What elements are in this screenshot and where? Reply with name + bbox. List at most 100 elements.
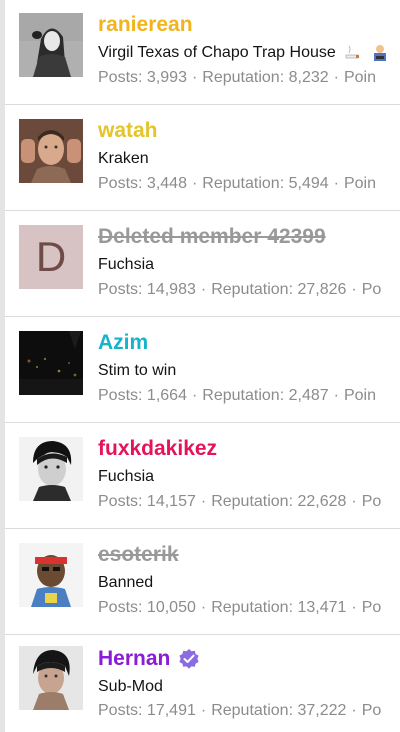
cigarette-icon xyxy=(345,45,360,59)
avatar-image xyxy=(19,119,83,183)
member-list: ranierean Virgil Texas of Chapo Trap Hou… xyxy=(5,0,400,732)
member-name[interactable]: ranierean xyxy=(98,12,193,38)
avatar[interactable] xyxy=(19,13,83,77)
separator: · xyxy=(333,175,339,192)
reputation-count: 2,487 xyxy=(288,387,329,404)
posts-label: Posts: xyxy=(98,387,143,404)
reputation-count: 13,471 xyxy=(297,599,347,616)
separator: · xyxy=(351,702,357,719)
posts-label: Posts: xyxy=(98,175,143,192)
separator: · xyxy=(200,599,207,616)
reputation-label: Reputation: xyxy=(211,281,294,298)
avatar[interactable]: D xyxy=(19,225,83,289)
points-label: Po xyxy=(361,493,382,510)
member-title-text: Sub-Mod xyxy=(98,678,163,695)
avatar[interactable] xyxy=(19,646,83,710)
member-row: Hernan Sub-Mod Posts: 17,491 · Reputation:… xyxy=(5,636,400,732)
reputation-label: Reputation: xyxy=(202,69,285,86)
posts-count: 14,983 xyxy=(146,281,196,298)
member-stats: Posts: 3,448 · Reputation: 5,494 · Poin xyxy=(98,174,376,194)
member-name: esoterik xyxy=(98,542,179,568)
member-title: Fuchsia xyxy=(98,467,154,487)
separator: · xyxy=(191,69,198,86)
member-name: Deleted member 42399 xyxy=(98,224,326,250)
member-title: Banned xyxy=(98,573,153,593)
reputation-count: 22,628 xyxy=(297,493,347,510)
posts-count: 1,664 xyxy=(146,387,187,404)
member-stats: Posts: 14,157 · Reputation: 22,628 · Po xyxy=(98,492,381,512)
member-name-text[interactable]: Azim xyxy=(98,330,148,356)
points-label: Po xyxy=(361,702,382,719)
member-row: fuxkdakikez Fuchsia Posts: 14,157 · Reputa… xyxy=(5,424,400,529)
points-label: Poin xyxy=(343,69,376,86)
avatar[interactable] xyxy=(19,543,83,607)
posts-label: Posts: xyxy=(98,702,143,719)
member-stats: Posts: 1,664 · Reputation: 2,487 · Poin xyxy=(98,386,376,406)
member-row: Azim Stim to win Posts: 1,664 · Reputation… xyxy=(5,318,400,423)
member-stats: Posts: 17,491 · Reputation: 37,222 · Po xyxy=(98,701,381,721)
member-title: Fuchsia xyxy=(98,255,154,275)
avatar[interactable] xyxy=(19,119,83,183)
reputation-count: 8,232 xyxy=(288,69,329,86)
member-title-text: Virgil Texas of Chapo Trap House xyxy=(98,44,336,61)
posts-count: 3,448 xyxy=(146,175,187,192)
member-name-text: Deleted member 42399 xyxy=(98,225,326,248)
avatar-letter: D xyxy=(35,233,67,280)
posts-count: 17,491 xyxy=(146,702,196,719)
separator: · xyxy=(333,69,339,86)
posts-count: 10,050 xyxy=(146,599,196,616)
reputation-count: 5,494 xyxy=(288,175,329,192)
separator: · xyxy=(191,387,198,404)
avatar-image xyxy=(19,331,83,395)
separator: · xyxy=(333,387,339,404)
member-title: Virgil Texas of Chapo Trap House xyxy=(98,43,389,63)
member-stats: Posts: 10,050 · Reputation: 13,471 · Po xyxy=(98,598,381,618)
points-label: Poin xyxy=(343,387,376,404)
member-name-text[interactable]: watah xyxy=(98,118,158,144)
avatar[interactable] xyxy=(19,437,83,501)
separator: · xyxy=(351,493,357,510)
reputation-label: Reputation: xyxy=(211,493,294,510)
member-title-text: Fuchsia xyxy=(98,256,155,273)
member-name[interactable]: fuxkdakikez xyxy=(98,436,217,462)
member-row: esoterik Banned Posts: 10,050 · Reputation… xyxy=(5,530,400,635)
avatar-image xyxy=(19,13,83,77)
member-title: Stim to win xyxy=(98,361,176,381)
reputation-count: 27,826 xyxy=(297,281,347,298)
reputation-label: Reputation: xyxy=(202,175,285,192)
reputation-label: Reputation: xyxy=(202,387,285,404)
member-name-text[interactable]: fuxkdakikez xyxy=(98,436,217,462)
member-title-text: Stim to win xyxy=(98,362,177,379)
posts-count: 14,157 xyxy=(146,493,196,510)
separator: · xyxy=(351,281,357,298)
points-label: Po xyxy=(361,281,382,298)
member-row: ranierean Virgil Texas of Chapo Trap Hou… xyxy=(5,0,400,105)
posts-label: Posts: xyxy=(98,69,143,86)
posts-label: Posts: xyxy=(98,281,143,298)
points-label: Po xyxy=(361,599,382,616)
avatar[interactable] xyxy=(19,331,83,395)
gamer-icon xyxy=(373,44,386,61)
separator: · xyxy=(200,493,207,510)
avatar-image xyxy=(19,437,83,501)
member-name[interactable]: Hernan xyxy=(98,646,200,672)
member-title-text: Banned xyxy=(98,574,154,591)
reputation-label: Reputation: xyxy=(211,599,294,616)
member-stats: Posts: 14,983 · Reputation: 27,826 · Po xyxy=(98,280,381,300)
member-name-text[interactable]: Hernan xyxy=(98,646,170,672)
member-title: Kraken xyxy=(98,149,149,169)
separator: · xyxy=(351,599,357,616)
points-label: Poin xyxy=(343,175,376,192)
member-name-text[interactable]: ranierean xyxy=(98,12,193,38)
member-row: watah Kraken Posts: 3,448 · Reputation: 5,… xyxy=(5,106,400,211)
member-title-text: Fuchsia xyxy=(98,468,155,485)
member-stats: Posts: 3,993 · Reputation: 8,232 · Poin xyxy=(98,68,376,88)
member-row: D Deleted member 42399 Fuchsia Posts: 14… xyxy=(5,212,400,317)
posts-label: Posts: xyxy=(98,493,143,510)
avatar-image xyxy=(19,646,83,710)
member-name[interactable]: watah xyxy=(98,118,158,144)
separator: · xyxy=(200,702,207,719)
member-title: Sub-Mod xyxy=(98,677,163,697)
member-name[interactable]: Azim xyxy=(98,330,148,356)
posts-count: 3,993 xyxy=(146,69,187,86)
